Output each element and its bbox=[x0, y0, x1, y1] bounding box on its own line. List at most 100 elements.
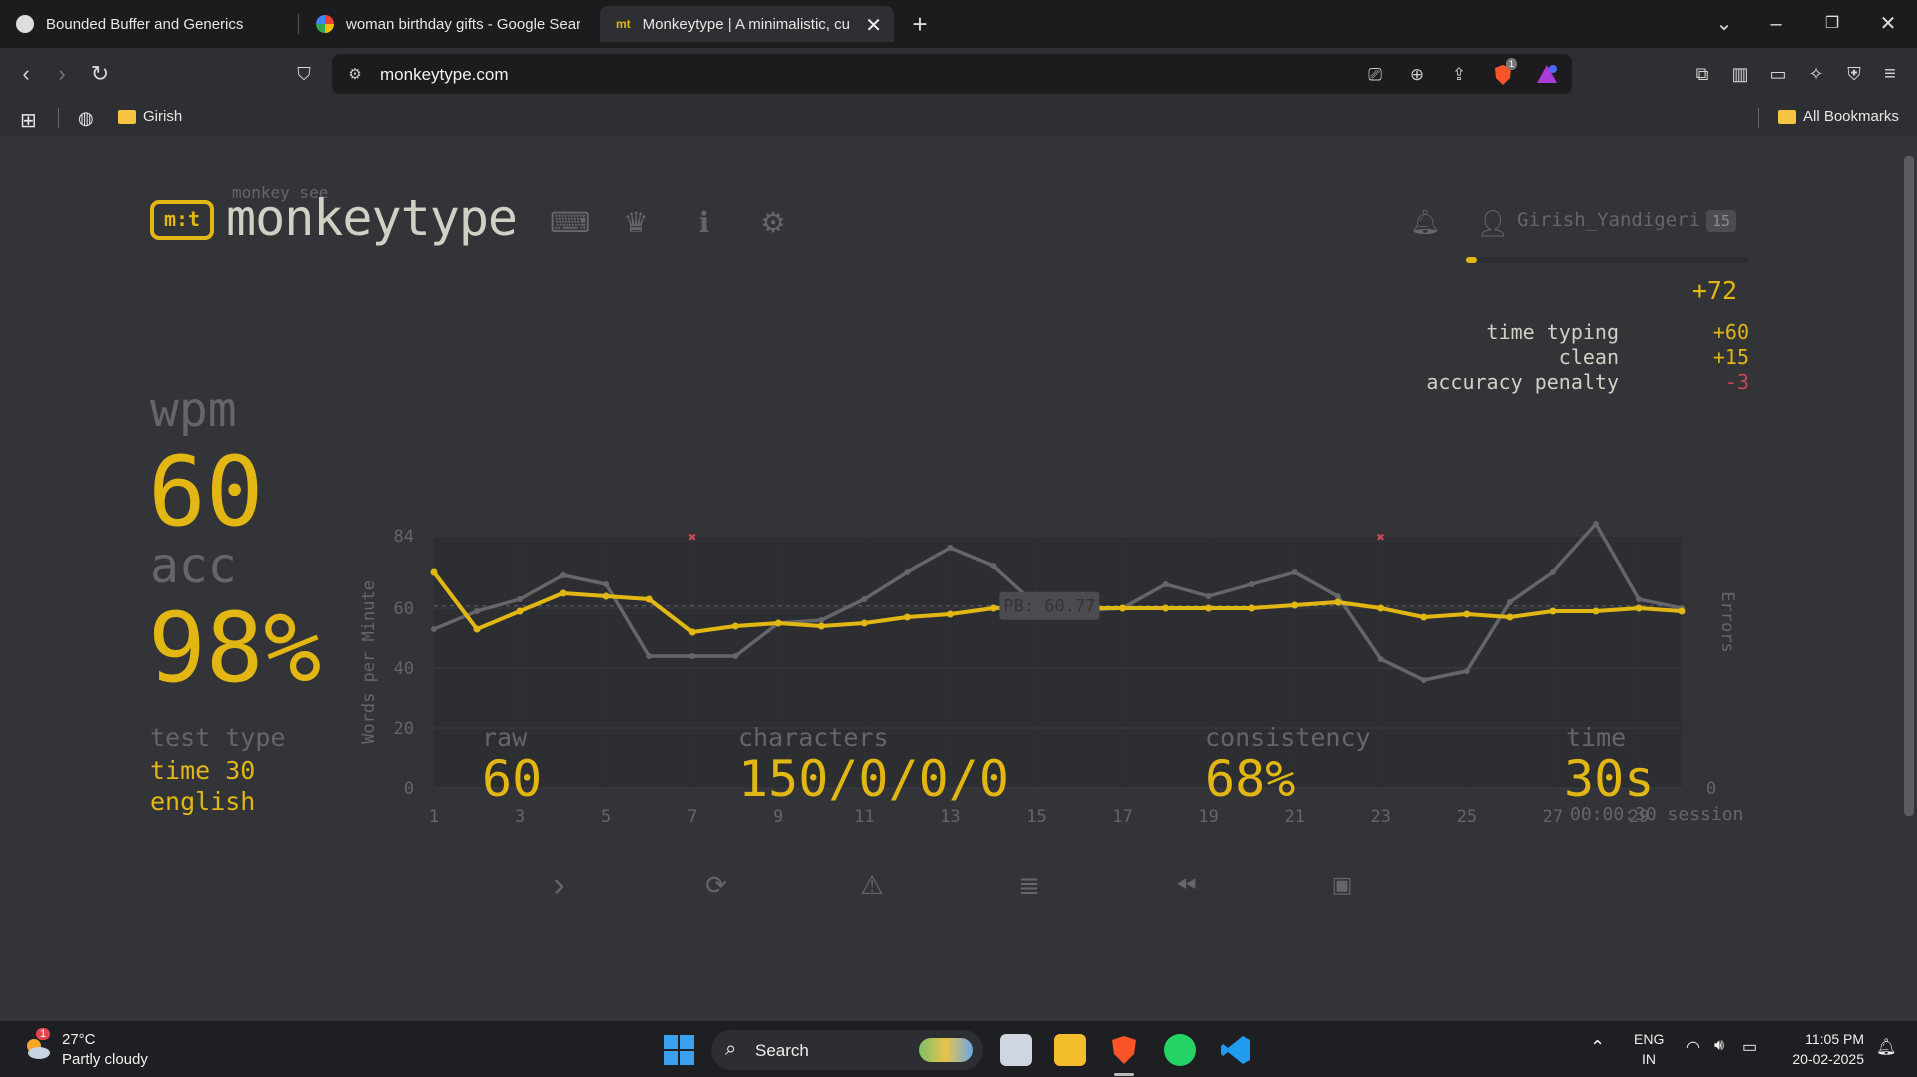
back-button[interactable]: ‹ bbox=[12, 60, 40, 88]
weather-text[interactable]: Partly cloudy bbox=[62, 1051, 148, 1068]
keyboard-icon[interactable]: ⌨ bbox=[550, 206, 590, 240]
page-scrollbar[interactable] bbox=[1902, 146, 1914, 1016]
restore-button[interactable]: ❐ bbox=[1818, 10, 1846, 38]
user-icon[interactable]: 👤︎ bbox=[1476, 206, 1510, 240]
language-indicator[interactable]: ENG bbox=[1634, 1031, 1664, 1047]
session-time: 00:00:30 session bbox=[1570, 804, 1744, 825]
tab-search-chevron-icon[interactable]: ⌄ bbox=[1710, 10, 1738, 38]
windows-start-icon[interactable] bbox=[664, 1035, 694, 1065]
about-info-icon[interactable]: i bbox=[687, 206, 721, 240]
wallet-icon[interactable]: ▭ bbox=[1764, 60, 1792, 88]
new-tab-button[interactable]: + bbox=[906, 10, 934, 38]
settings-gear-icon[interactable]: ⚙ bbox=[756, 206, 790, 240]
replay-icon[interactable]: ⏪︎ bbox=[1170, 869, 1202, 901]
extensions-icon[interactable]: ⧉ bbox=[1688, 60, 1716, 88]
logo-title[interactable]: monkeytype bbox=[226, 189, 518, 247]
raw-point bbox=[431, 626, 437, 632]
brave-shields-icon[interactable]: 1 bbox=[1492, 58, 1518, 86]
folder-icon bbox=[118, 109, 136, 124]
active-app-indicator bbox=[1114, 1073, 1134, 1076]
menu-icon[interactable]: ≡ bbox=[1876, 60, 1904, 88]
brave-browser-icon[interactable] bbox=[1108, 1034, 1140, 1066]
wifi-icon[interactable]: ◠ bbox=[1686, 1037, 1700, 1057]
close-window-button[interactable]: ✕ bbox=[1874, 10, 1902, 38]
shields-badge: 1 bbox=[1506, 58, 1518, 70]
vpn-icon[interactable]: ⛨ bbox=[1840, 60, 1868, 88]
restart-icon[interactable]: ⟳ bbox=[700, 869, 732, 901]
file-explorer-icon[interactable] bbox=[1054, 1034, 1086, 1066]
volume-icon[interactable]: 🔊︎ bbox=[1714, 1037, 1724, 1055]
site-settings-icon[interactable]: ⚙ bbox=[344, 64, 366, 86]
time-value: 30s bbox=[1564, 750, 1655, 808]
taskbar-search-box[interactable]: ⌕ Search bbox=[711, 1030, 983, 1070]
wpm-point bbox=[602, 592, 610, 600]
leaderboard-crown-icon[interactable]: ♛ bbox=[619, 206, 653, 240]
reload-button[interactable]: ↻ bbox=[86, 60, 114, 88]
divider bbox=[58, 108, 59, 128]
x-tick-label: 3 bbox=[515, 807, 525, 827]
wpm-label: wpm bbox=[150, 382, 237, 438]
search-icon: ⌕ bbox=[725, 1038, 737, 1060]
brave-rewards-icon[interactable] bbox=[1536, 64, 1558, 86]
weather-temp[interactable]: 27°C bbox=[62, 1031, 96, 1048]
tab-title: Monkeytype | A minimalistic, cu bbox=[642, 15, 850, 33]
raw-point bbox=[1549, 569, 1556, 575]
x-tick-label: 23 bbox=[1371, 807, 1391, 827]
raw-point bbox=[1506, 599, 1513, 605]
wpm-point bbox=[1635, 604, 1643, 612]
tray-overflow-icon[interactable]: ⌃ bbox=[1590, 1037, 1605, 1058]
clock-time[interactable]: 11:05 PM bbox=[1786, 1031, 1864, 1047]
clock-date[interactable]: 20-02-2025 bbox=[1786, 1051, 1864, 1067]
words-history-icon[interactable]: ≣ bbox=[1013, 869, 1045, 901]
screenshot-icon[interactable]: ▣ bbox=[1326, 869, 1358, 901]
test-type-mode[interactable]: time 30 bbox=[150, 756, 255, 785]
bookmark-folder-girish[interactable]: Girish bbox=[118, 108, 182, 125]
task-view-icon[interactable] bbox=[1000, 1034, 1032, 1066]
forward-button[interactable]: › bbox=[48, 60, 76, 88]
level-badge: 15 bbox=[1706, 210, 1737, 232]
raw-point bbox=[1291, 569, 1298, 575]
address-bar[interactable]: ⚙ monkeytype.com ⎚ ⊕ ⇪ 1 bbox=[332, 54, 1572, 94]
wpm-point bbox=[1291, 601, 1299, 609]
report-icon[interactable]: ⚠ bbox=[856, 869, 888, 901]
leo-ai-icon[interactable]: ✧ bbox=[1802, 60, 1830, 88]
battery-icon[interactable]: ▭ bbox=[1742, 1037, 1757, 1057]
test-type-language[interactable]: english bbox=[150, 787, 255, 816]
url-text[interactable]: monkeytype.com bbox=[380, 65, 509, 85]
region-indicator[interactable]: IN bbox=[1642, 1051, 1656, 1067]
zoom-icon[interactable]: ⊕ bbox=[1406, 64, 1428, 86]
tab-bounded-buffer[interactable]: Bounded Buffer and Generics bbox=[0, 6, 296, 42]
wpm-point bbox=[1592, 607, 1600, 615]
wpm-point bbox=[1377, 604, 1385, 612]
scrollbar-thumb[interactable] bbox=[1904, 156, 1914, 816]
notifications-bell-icon[interactable]: 🔔︎ bbox=[1408, 206, 1442, 240]
wpm-point bbox=[1463, 610, 1471, 618]
share-icon[interactable]: ⇪ bbox=[1448, 64, 1470, 86]
consistency-value: 68% bbox=[1205, 750, 1296, 808]
notification-bell-icon[interactable]: 🔔︎ bbox=[1876, 1037, 1896, 1057]
weather-icon[interactable]: 1 bbox=[22, 1028, 52, 1061]
tab-divider bbox=[298, 14, 299, 34]
all-bookmarks[interactable]: All Bookmarks bbox=[1778, 108, 1899, 125]
wpm-point bbox=[817, 622, 825, 630]
monkeytype-logo-icon[interactable]: m:t bbox=[150, 200, 214, 240]
bookmark-icon[interactable]: ⛉ bbox=[290, 60, 318, 88]
x-tick-label: 27 bbox=[1543, 807, 1563, 827]
apps-grid-icon[interactable]: ⊞ bbox=[20, 108, 37, 133]
tab-monkeytype[interactable]: mt Monkeytype | A minimalistic, cu ✕ bbox=[600, 6, 894, 42]
username[interactable]: Girish_Yandigeri bbox=[1517, 209, 1700, 231]
globe-icon[interactable]: ◍ bbox=[78, 108, 94, 129]
wpm-point bbox=[1334, 598, 1342, 606]
raw-point bbox=[1205, 593, 1212, 599]
vscode-icon[interactable] bbox=[1220, 1034, 1252, 1066]
close-tab-icon[interactable]: ✕ bbox=[865, 13, 882, 38]
tab-google-search[interactable]: woman birthday gifts - Google Sear bbox=[300, 6, 598, 42]
xp-progress-bar bbox=[1466, 257, 1749, 263]
x-tick-label: 13 bbox=[940, 807, 960, 827]
next-test-icon[interactable]: › bbox=[543, 868, 575, 902]
plot-area bbox=[434, 536, 1682, 788]
sidebar-icon[interactable]: ▥ bbox=[1726, 60, 1754, 88]
whatsapp-icon[interactable] bbox=[1164, 1034, 1196, 1066]
install-app-icon[interactable]: ⎚ bbox=[1364, 64, 1386, 86]
minimize-button[interactable]: – bbox=[1762, 10, 1790, 38]
